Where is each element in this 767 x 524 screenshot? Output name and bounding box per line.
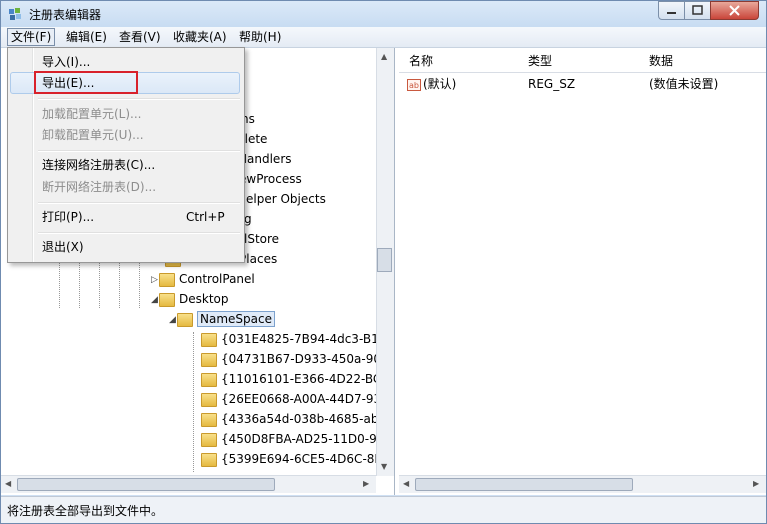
tree-item[interactable]: {5399E694-6CE5-4D6C-8FC xyxy=(201,449,390,469)
column-header-name[interactable]: 名称 xyxy=(409,51,433,71)
file-menu-dropdown: 导入(I)... 导出(E)... 加载配置单元(L)... 卸载配置单元(U)… xyxy=(7,47,245,263)
menu-separator xyxy=(38,150,240,152)
registry-editor-icon xyxy=(9,8,21,20)
tree-item[interactable]: g xyxy=(244,209,252,229)
menu-item-load-hive[interactable]: 加载配置单元(L)... xyxy=(42,105,142,123)
tree-hscroll-thumb[interactable] xyxy=(17,478,275,491)
scroll-right-icon[interactable]: ▶ xyxy=(363,479,369,488)
tree-item-label: {26EE0668-A00A-44D7-937 xyxy=(221,392,389,406)
tree-item[interactable]: ewProcess xyxy=(239,169,302,189)
column-header-data[interactable]: 数据 xyxy=(649,51,673,71)
tree-item-label: ControlPanel xyxy=(179,272,255,286)
tree-item-selected[interactable]: ◢ NameSpace xyxy=(169,309,275,329)
folder-icon xyxy=(201,372,217,387)
menu-item-import[interactable]: 导入(I)... xyxy=(42,53,90,71)
tree-item-label: {5399E694-6CE5-4D6C-8FC xyxy=(221,452,390,466)
minimize-button[interactable] xyxy=(658,1,685,20)
tree-item[interactable]: {031E4825-7B94-4dc3-B13 xyxy=(201,329,386,349)
scroll-down-icon[interactable]: ▼ xyxy=(381,462,387,471)
folder-icon xyxy=(159,272,175,287)
tree-item[interactable]: ▷ ControlPanel xyxy=(151,269,255,289)
menu-file[interactable]: 文件(F) xyxy=(7,28,56,46)
maximize-icon xyxy=(692,5,703,15)
menu-separator xyxy=(38,98,240,100)
menu-item-exit[interactable]: 退出(X) xyxy=(42,238,84,256)
minimize-icon xyxy=(667,12,676,14)
folder-icon xyxy=(201,352,217,367)
tree-item[interactable]: Helper Objects xyxy=(237,189,326,209)
value-type: REG_SZ xyxy=(528,77,576,91)
tree-guide-line xyxy=(193,332,194,472)
folder-icon xyxy=(177,312,193,327)
status-text: 将注册表全部导出到文件中。 xyxy=(7,504,164,518)
folder-icon xyxy=(201,392,217,407)
menu-separator xyxy=(38,232,240,234)
tree-item[interactable]: {26EE0668-A00A-44D7-937 xyxy=(201,389,389,409)
folder-icon xyxy=(201,432,217,447)
registry-editor-window: 注册表编辑器 文件(F) 编辑(E) 查看(V) 收藏夹(A) 帮助(H) ns… xyxy=(0,0,767,524)
collapse-arrow-icon[interactable]: ◢ xyxy=(169,310,177,330)
close-button[interactable] xyxy=(710,1,759,20)
scroll-left-icon[interactable]: ◀ xyxy=(5,479,11,488)
window-title: 注册表编辑器 xyxy=(29,8,102,22)
folder-icon xyxy=(201,452,217,467)
list-header: 名称 类型 数据 xyxy=(399,48,766,73)
print-shortcut: Ctrl+P xyxy=(186,210,225,224)
tree-scroll-thumb[interactable] xyxy=(377,248,392,272)
tree-item[interactable]: Handlers xyxy=(238,149,292,169)
close-icon xyxy=(729,5,740,16)
tree-item[interactable]: {4336a54d-038b-4685-ab0 xyxy=(201,409,386,429)
scroll-left-icon[interactable]: ◀ xyxy=(403,479,409,488)
menu-item-connect-network-registry[interactable]: 连接网络注册表(C)... xyxy=(42,156,155,174)
value-name: (默认) xyxy=(423,77,457,91)
menu-edit[interactable]: 编辑(E) xyxy=(63,29,110,45)
tree-item[interactable]: {11016101-E366-4D22-BC0 xyxy=(201,369,389,389)
values-hscroll-thumb[interactable] xyxy=(415,478,633,491)
column-header-type[interactable]: 类型 xyxy=(528,51,552,71)
collapse-arrow-icon[interactable]: ◢ xyxy=(151,290,159,310)
tree-item-label: NameSpace xyxy=(197,311,275,327)
menu-separator xyxy=(38,202,240,204)
menu-view[interactable]: 查看(V) xyxy=(116,29,164,45)
tree-item[interactable]: ◢ Desktop xyxy=(151,289,229,309)
menu-item-disconnect-network-registry[interactable]: 断开网络注册表(D)... xyxy=(42,178,156,196)
folder-icon xyxy=(159,292,175,307)
tree-item-label: {11016101-E366-4D22-BC0 xyxy=(221,372,389,386)
list-row[interactable]: ab (默认) xyxy=(407,74,456,94)
menu-help[interactable]: 帮助(H) xyxy=(236,29,284,45)
tree-item-label: {031E4825-7B94-4dc3-B13 xyxy=(221,332,387,346)
folder-icon xyxy=(201,332,217,347)
values-horizontal-scrollbar[interactable]: ◀ ▶ xyxy=(399,475,766,493)
folder-icon xyxy=(201,412,217,427)
menu-item-unload-hive[interactable]: 卸载配置单元(U)... xyxy=(42,126,144,144)
tree-item-label: Desktop xyxy=(179,292,229,306)
status-bar: 将注册表全部导出到文件中。 xyxy=(1,496,766,523)
string-value-icon: ab xyxy=(407,78,421,91)
scroll-right-icon[interactable]: ▶ xyxy=(753,479,759,488)
tree-item-label: {04731B67-D933-450a-90E xyxy=(221,352,389,366)
values-pane[interactable]: 名称 类型 数据 ab (默认) REG_SZ (数值未设置) ◀ ▶ xyxy=(399,48,766,495)
menu-item-print[interactable]: 打印(P)... xyxy=(42,208,94,226)
maximize-button[interactable] xyxy=(684,1,711,20)
tree-horizontal-scrollbar[interactable]: ◀ ▶ xyxy=(1,475,376,493)
menu-bar: 文件(F) 编辑(E) 查看(V) 收藏夹(A) 帮助(H) xyxy=(1,27,766,48)
menu-item-export[interactable]: 导出(E)... xyxy=(42,74,94,92)
tree-item[interactable]: lStore xyxy=(244,229,279,249)
scroll-up-icon[interactable]: ▲ xyxy=(381,52,387,61)
menu-favorites[interactable]: 收藏夹(A) xyxy=(170,29,230,45)
expand-arrow-icon[interactable]: ▷ xyxy=(151,270,159,290)
tree-item-label: {450D8FBA-AD25-11D0-98 xyxy=(221,432,385,446)
value-data: (数值未设置) xyxy=(649,77,719,91)
tree-item[interactable]: {450D8FBA-AD25-11D0-98 xyxy=(201,429,384,449)
tree-item-label: {4336a54d-038b-4685-ab0 xyxy=(221,412,387,426)
title-bar[interactable]: 注册表编辑器 xyxy=(1,1,766,27)
tree-item[interactable]: {04731B67-D933-450a-90E xyxy=(201,349,389,369)
